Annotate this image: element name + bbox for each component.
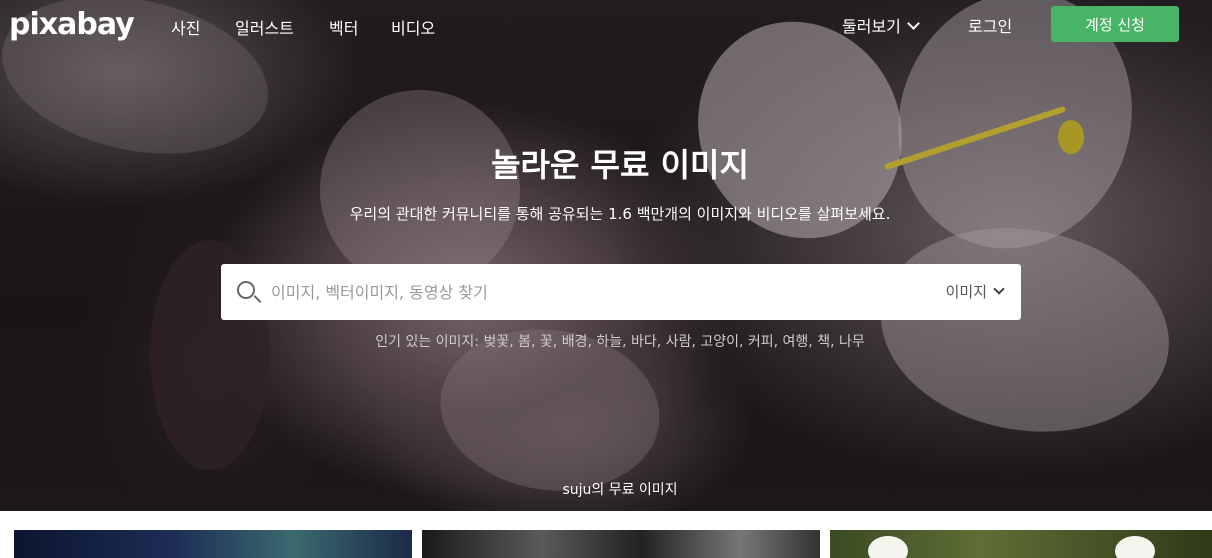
nav-illustrations[interactable]: 일러스트 — [235, 15, 294, 39]
logo[interactable]: pixabay — [9, 7, 135, 42]
popular-tags[interactable]: 벚꽃, 봄, 꽃, 배경, 하늘, 바다, 사람, 고양이, 커피, 여행, 책… — [483, 334, 864, 350]
daisy-shape — [868, 536, 908, 558]
gallery-thumbnail[interactable] — [830, 530, 1212, 558]
popular-searches: 인기 있는 이미지: 벚꽃, 봄, 꽃, 배경, 하늘, 바다, 사람, 고양이… — [0, 331, 1212, 351]
search-icon[interactable] — [237, 281, 255, 299]
image-credit[interactable]: suju의 무료 이미지 — [0, 479, 1212, 499]
nav-photos[interactable]: 사진 — [171, 15, 200, 39]
login-link[interactable]: 로그인 — [968, 13, 1012, 37]
hero-banner: pixabay 사진 일러스트 벡터 비디오 둘러보기 로그인 계정 신청 놀라… — [0, 0, 1212, 511]
search-type-dropdown[interactable]: 이미지 — [945, 281, 1005, 302]
search-bar: 이미지 — [221, 264, 1021, 320]
nav-vectors[interactable]: 벡터 — [329, 15, 358, 39]
chevron-down-icon — [907, 17, 920, 30]
gallery-thumbnail[interactable] — [14, 530, 412, 558]
search-type-label: 이미지 — [945, 283, 987, 301]
hero-subline: 우리의 관대한 커뮤니티를 통해 공유되는 1.6 백만개의 이미지와 비디오를… — [349, 205, 891, 223]
search-input[interactable] — [271, 278, 911, 306]
daisy-shape — [1115, 536, 1155, 558]
explore-menu[interactable]: 둘러보기 — [842, 13, 920, 37]
popular-label: 인기 있는 이미지: — [375, 334, 480, 350]
nav-videos[interactable]: 비디오 — [391, 15, 435, 39]
gallery-thumbnail[interactable] — [422, 530, 820, 558]
explore-label: 둘러보기 — [842, 17, 901, 36]
chevron-down-icon — [993, 283, 1005, 295]
hero-headline: 놀라운 무료 이미지 — [491, 146, 749, 184]
signup-button[interactable]: 계정 신청 — [1051, 6, 1179, 42]
